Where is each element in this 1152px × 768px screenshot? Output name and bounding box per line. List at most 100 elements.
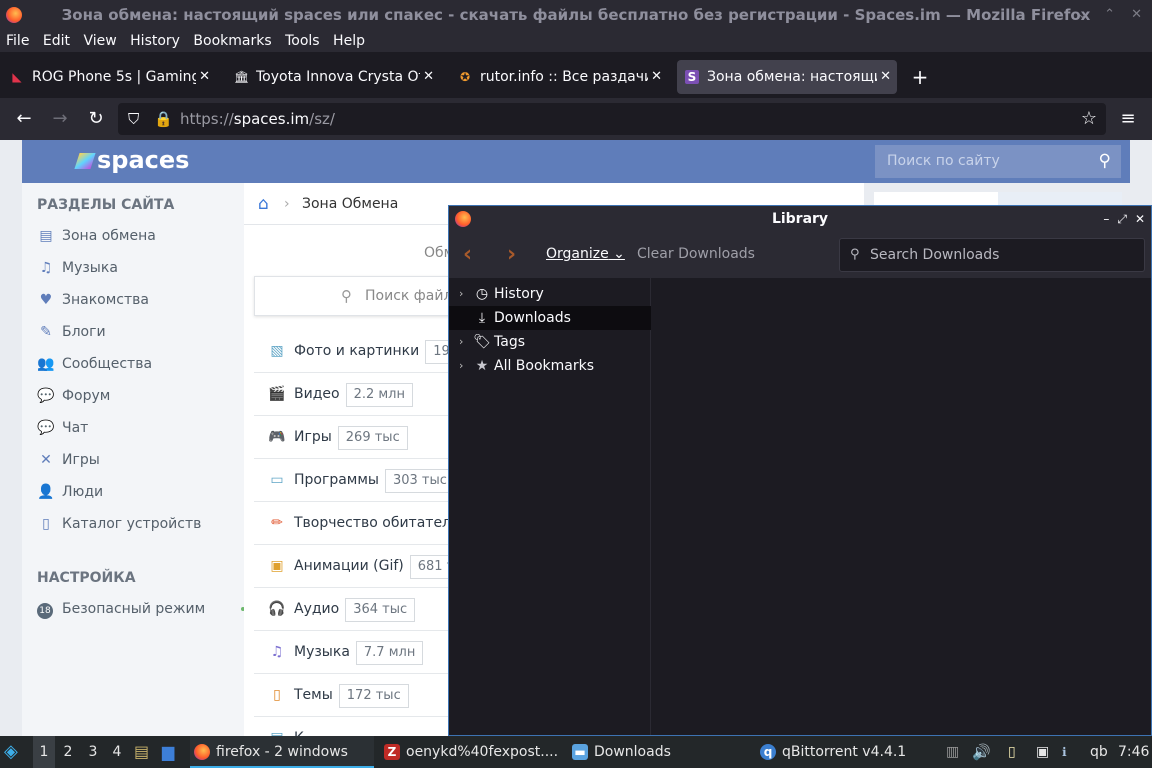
clipboard-tray-icon[interactable]: ▥ (946, 736, 962, 768)
menu-view[interactable]: View (80, 30, 119, 52)
workspace-4[interactable]: 4 (106, 736, 128, 768)
menu-history[interactable]: History (127, 30, 183, 52)
workspace-1[interactable]: 1 (33, 736, 55, 768)
tab-rutor[interactable]: ✪ rutor.info :: Все раздачи ✕ (450, 60, 668, 94)
sidebar-item-music[interactable]: ♫ Музыка (37, 257, 237, 279)
search-downloads-input[interactable]: ⚲ Search Downloads (839, 238, 1145, 272)
chat-icon: 💬 (37, 420, 55, 436)
library-title: Library (771, 211, 829, 227)
home-icon[interactable]: ⌂ (258, 183, 269, 225)
group-icon: 👥 (37, 356, 55, 372)
shield-icon[interactable]: ⛉ (128, 103, 139, 135)
brush-icon: ✏ (271, 515, 283, 531)
close-tab-icon[interactable]: ✕ (880, 60, 891, 94)
close-icon[interactable]: ✕ (1135, 212, 1145, 226)
sidebar-item-games[interactable]: ✕ Игры (37, 449, 237, 471)
site-search-input[interactable]: Поиск по сайту ⚲ (875, 145, 1121, 178)
taskbar-window-qbittorrent[interactable]: q qBittorrent v4.4.1 (756, 736, 936, 768)
hamburger-menu-icon[interactable]: ≡ (1116, 107, 1140, 131)
window-titlebar: Зона обмена: настоящий spaces или спакес… (0, 0, 1152, 30)
tab-toyota[interactable]: 🏛 Toyota Innova Crysta Offi ✕ (226, 60, 440, 94)
monitor-icon: ▭ (270, 472, 284, 488)
library-titlebar: Library – ⤢ ✕ (449, 206, 1151, 232)
sidebar-item-dating[interactable]: ♥ Знакомства (37, 289, 237, 311)
expand-chevron-icon[interactable]: › (459, 354, 463, 378)
star-icon: ★ (475, 358, 489, 374)
forward-chevron-icon[interactable]: › (507, 242, 516, 267)
url-bar[interactable]: ⛉ 🔒 https://spaces.im/sz/ (118, 103, 1106, 135)
back-arrow-icon[interactable]: ← (12, 107, 36, 131)
maximize-icon[interactable]: ⤢ (1117, 212, 1127, 226)
spaces-logo[interactable]: spaces (74, 146, 189, 174)
expand-chevron-icon[interactable]: › (459, 282, 463, 306)
count-badge: 303 тыс (384, 469, 455, 493)
sidebar-item-blogs[interactable]: ✎ Блоги (37, 321, 237, 343)
lock-icon[interactable]: 🔒 (154, 103, 173, 135)
close-tab-icon[interactable]: ✕ (651, 60, 662, 94)
clear-downloads-button[interactable]: Clear Downloads (637, 246, 755, 262)
nav-bar: ← → ↻ ⛉ 🔒 https://spaces.im/sz/ ☆ ≡ (0, 98, 1152, 140)
person-icon: 👤 (37, 484, 55, 500)
minimize-icon[interactable]: – (1103, 212, 1109, 226)
sidebar-item-chat[interactable]: 💬 Чат (37, 417, 237, 439)
menu-bookmarks[interactable]: Bookmarks (190, 30, 274, 52)
workspace-3[interactable]: 3 (82, 736, 104, 768)
window-controls[interactable]: ⌄ ⌃ ✕ (1077, 0, 1148, 30)
sidebar-item-communities[interactable]: 👥 Сообщества (37, 353, 237, 375)
taskbar-window-downloads[interactable]: ▬ Downloads (568, 736, 748, 768)
expand-chevron-icon[interactable]: › (459, 330, 463, 354)
settings-heading: НАСТРОЙКА (37, 570, 136, 586)
tree-item-all-bookmarks[interactable]: › ★ All Bookmarks (449, 354, 651, 378)
organize-menu[interactable]: Organize ⌄ (546, 246, 625, 262)
photo-icon: ▧ (270, 343, 284, 359)
heart-icon: ♥ (39, 292, 53, 308)
notes-tray-icon[interactable]: ▯ (1008, 736, 1026, 768)
file-manager-launcher-icon[interactable]: ▤ (134, 736, 152, 768)
safe-mode-toggle[interactable]: 18 Безопасный режим (37, 598, 245, 620)
sidebar-item-people[interactable]: 👤 Люди (37, 481, 237, 503)
search-icon[interactable]: ⚲ (1099, 145, 1111, 178)
taskbar-window-firefox[interactable]: firefox - 2 windows (190, 736, 374, 768)
spaces-s-icon: S (685, 70, 699, 84)
tree-item-downloads[interactable]: ⤓ Downloads (449, 306, 651, 330)
downloads-list-pane[interactable] (651, 278, 1151, 735)
back-chevron-icon[interactable]: ‹ (463, 242, 472, 267)
tab-rog-phone[interactable]: ◣ ROG Phone 5s | Gaming P ✕ (2, 60, 216, 94)
tab-label: Зона обмена: настоящи (707, 69, 877, 85)
start-menu-icon[interactable]: ◈ (4, 736, 28, 768)
volume-icon[interactable]: 🔊 (972, 736, 992, 768)
show-desktop-icon[interactable]: ▆ (162, 736, 184, 768)
notification-tray-icon[interactable]: ℹ (1062, 736, 1078, 768)
workspace-2[interactable]: 2 (57, 736, 79, 768)
tab-spaces[interactable]: S Зона обмена: настоящи ✕ (677, 60, 897, 94)
sidebar-item-forum[interactable]: 💬 Форум (37, 385, 237, 407)
tree-item-tags[interactable]: › 🏷 Tags (449, 330, 651, 354)
network-tray-icon[interactable]: ▣ (1036, 736, 1056, 768)
tree-item-history[interactable]: › ◷ History (449, 282, 651, 306)
tab-label: ROG Phone 5s | Gaming P (32, 69, 196, 85)
firefox-icon (455, 211, 471, 227)
forum-icon: 💬 (37, 388, 55, 404)
url-text[interactable]: https://spaces.im/sz/ (180, 103, 335, 135)
new-tab-button[interactable]: + (909, 60, 931, 94)
close-tab-icon[interactable]: ✕ (199, 60, 210, 94)
building-icon: 🏛 (234, 70, 250, 84)
clock[interactable]: 7:46 (1118, 736, 1152, 768)
taskbar-window-filezilla[interactable]: Zoenykd%40fexpost.... (380, 736, 560, 768)
firefox-icon (6, 7, 22, 23)
close-tab-icon[interactable]: ✕ (423, 60, 434, 94)
menu-help[interactable]: Help (330, 30, 368, 52)
forward-arrow-icon[interactable]: → (48, 107, 72, 131)
sidebar-item-exchange[interactable]: ▤ Зона обмена (37, 225, 237, 247)
menu-edit[interactable]: Edit (40, 30, 73, 52)
menu-tools[interactable]: Tools (282, 30, 323, 52)
bookmark-star-icon[interactable]: ☆ (1077, 107, 1101, 131)
sidebar-item-devices[interactable]: ▯ Каталог устройств (37, 513, 237, 535)
menu-file[interactable]: File (3, 30, 32, 52)
qbittorrent-tray-icon[interactable]: qb (1090, 736, 1112, 768)
qbittorrent-icon: q (760, 744, 776, 760)
clock-icon: ◷ (475, 286, 489, 302)
reload-icon[interactable]: ↻ (84, 107, 108, 131)
window-title: Зона обмена: настоящий spaces или спакес… (61, 6, 1091, 24)
phone-icon: ▯ (42, 516, 50, 532)
